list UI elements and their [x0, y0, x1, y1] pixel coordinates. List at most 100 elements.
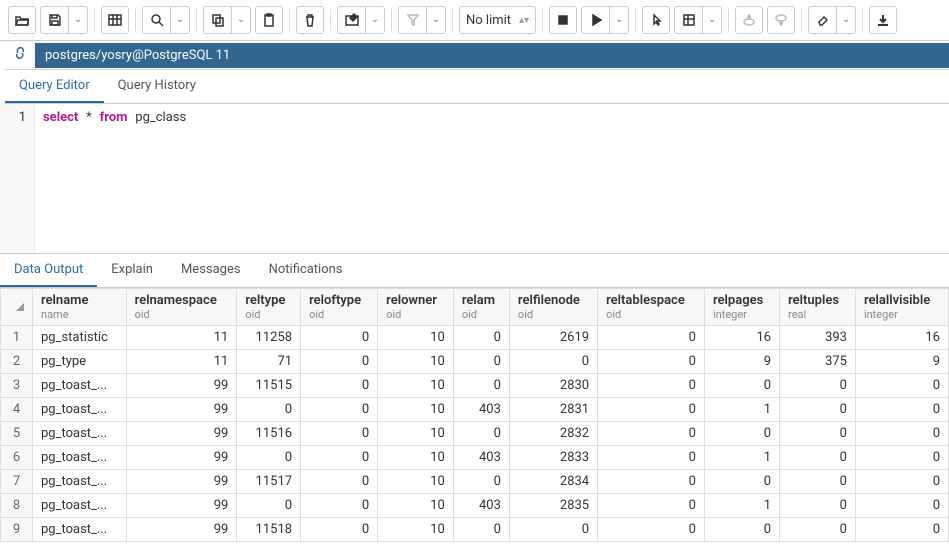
- cell[interactable]: 11516: [237, 422, 301, 446]
- cell[interactable]: 99: [126, 446, 237, 470]
- row-number[interactable]: 7: [1, 470, 33, 494]
- filter-dropdown[interactable]: ⌄: [426, 6, 446, 34]
- tab-messages[interactable]: Messages: [167, 254, 255, 287]
- find-button[interactable]: [142, 6, 170, 34]
- table-row[interactable]: 1pg_statistic11112580100261901639316: [1, 326, 949, 350]
- delete-button[interactable]: [296, 6, 324, 34]
- cell[interactable]: 0: [453, 350, 509, 374]
- cell[interactable]: 10: [378, 374, 454, 398]
- filter-button[interactable]: [398, 6, 426, 34]
- open-file-button[interactable]: [8, 6, 36, 34]
- cell[interactable]: 11517: [237, 470, 301, 494]
- table-row[interactable]: 9pg_toast_...9911518010000000: [1, 518, 949, 542]
- cell[interactable]: 0: [301, 350, 378, 374]
- cell[interactable]: 0: [598, 494, 705, 518]
- column-header[interactable]: reltypeoid: [237, 289, 301, 326]
- corner-cell[interactable]: [1, 289, 33, 326]
- column-header[interactable]: relpagesinteger: [704, 289, 779, 326]
- cell[interactable]: 0: [237, 398, 301, 422]
- cell[interactable]: 0: [301, 470, 378, 494]
- cell[interactable]: 2832: [509, 422, 597, 446]
- cell[interactable]: pg_toast_...: [33, 422, 127, 446]
- cell[interactable]: 403: [453, 494, 509, 518]
- cell[interactable]: 0: [509, 350, 597, 374]
- cell[interactable]: 0: [301, 518, 378, 542]
- cell[interactable]: 0: [453, 422, 509, 446]
- save-button[interactable]: [40, 6, 68, 34]
- cell[interactable]: 2831: [509, 398, 597, 422]
- download-button[interactable]: [869, 6, 897, 34]
- cell[interactable]: pg_toast_...: [33, 398, 127, 422]
- cell[interactable]: 0: [237, 446, 301, 470]
- copy-dropdown[interactable]: ⌄: [231, 6, 251, 34]
- table-row[interactable]: 5pg_toast_...9911516010028320000: [1, 422, 949, 446]
- cell[interactable]: 0: [780, 398, 856, 422]
- row-number[interactable]: 6: [1, 446, 33, 470]
- connection-label[interactable]: postgres/yosry@PostgreSQL 11: [35, 43, 949, 68]
- table-row[interactable]: 6pg_toast_...99001040328330100: [1, 446, 949, 470]
- cell[interactable]: 99: [126, 422, 237, 446]
- find-dropdown[interactable]: ⌄: [170, 6, 190, 34]
- cell[interactable]: 0: [780, 374, 856, 398]
- cell[interactable]: 99: [126, 398, 237, 422]
- cell[interactable]: 0: [598, 374, 705, 398]
- result-grid[interactable]: relnamenamerelnamespaceoidreltypeoidrelo…: [0, 288, 949, 553]
- cell[interactable]: 0: [855, 470, 948, 494]
- cell[interactable]: 0: [237, 494, 301, 518]
- cell[interactable]: 11: [126, 326, 237, 350]
- cell[interactable]: 0: [301, 446, 378, 470]
- tab-notifications[interactable]: Notifications: [255, 254, 357, 287]
- cell[interactable]: 0: [780, 470, 856, 494]
- explain-button[interactable]: [642, 6, 670, 34]
- cell[interactable]: pg_toast_...: [33, 494, 127, 518]
- cell[interactable]: 9: [855, 350, 948, 374]
- edit-button[interactable]: [337, 6, 365, 34]
- save-dropdown[interactable]: ⌄: [68, 6, 88, 34]
- cell[interactable]: 10: [378, 446, 454, 470]
- cell[interactable]: 99: [126, 470, 237, 494]
- table-row[interactable]: 4pg_toast_...99001040328310100: [1, 398, 949, 422]
- cell[interactable]: 0: [704, 470, 779, 494]
- cell[interactable]: 0: [301, 494, 378, 518]
- cell[interactable]: 0: [509, 518, 597, 542]
- cell[interactable]: 99: [126, 494, 237, 518]
- column-header[interactable]: relamoid: [453, 289, 509, 326]
- column-header[interactable]: reltablespaceoid: [598, 289, 705, 326]
- row-limit-select[interactable]: No limit ▴▾: [459, 6, 536, 34]
- cell[interactable]: 0: [855, 494, 948, 518]
- cell[interactable]: 9: [704, 350, 779, 374]
- cell[interactable]: pg_toast_...: [33, 374, 127, 398]
- cell[interactable]: pg_statistic: [33, 326, 127, 350]
- cell[interactable]: 11: [126, 350, 237, 374]
- cell[interactable]: 11515: [237, 374, 301, 398]
- cell[interactable]: 0: [780, 494, 856, 518]
- cell[interactable]: 10: [378, 494, 454, 518]
- cell[interactable]: 0: [598, 350, 705, 374]
- clear-dropdown[interactable]: ⌄: [836, 6, 856, 34]
- cell[interactable]: pg_type: [33, 350, 127, 374]
- cell[interactable]: 1: [704, 398, 779, 422]
- edit-dropdown[interactable]: ⌄: [365, 6, 385, 34]
- table-row[interactable]: 3pg_toast_...9911515010028300000: [1, 374, 949, 398]
- cell[interactable]: 99: [126, 518, 237, 542]
- tab-explain[interactable]: Explain: [97, 254, 167, 287]
- cell[interactable]: 10: [378, 470, 454, 494]
- cell[interactable]: 10: [378, 398, 454, 422]
- cell[interactable]: 0: [598, 326, 705, 350]
- cell[interactable]: 0: [598, 518, 705, 542]
- cell[interactable]: 0: [704, 374, 779, 398]
- explain-analyze-dropdown[interactable]: ⌄: [702, 6, 722, 34]
- cell[interactable]: 0: [855, 398, 948, 422]
- explain-analyze-button[interactable]: [674, 6, 702, 34]
- tab-data-output[interactable]: Data Output: [0, 254, 97, 287]
- column-header[interactable]: relowneroid: [378, 289, 454, 326]
- row-number[interactable]: 1: [1, 326, 33, 350]
- table-row[interactable]: 7pg_toast_...9911517010028340000: [1, 470, 949, 494]
- table-row[interactable]: 8pg_toast_...99001040328350100: [1, 494, 949, 518]
- cell[interactable]: 375: [780, 350, 856, 374]
- clear-button[interactable]: [808, 6, 836, 34]
- sql-code[interactable]: select * from pg_class: [35, 104, 949, 253]
- cell[interactable]: 10: [378, 350, 454, 374]
- row-number[interactable]: 3: [1, 374, 33, 398]
- stop-button[interactable]: [549, 6, 577, 34]
